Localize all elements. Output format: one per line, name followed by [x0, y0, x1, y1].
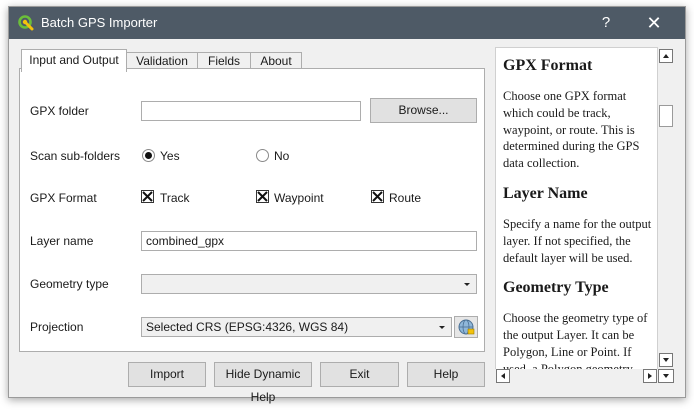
triangle-left-icon	[501, 373, 505, 379]
help-horizontal-scrollbar[interactable]	[495, 369, 658, 383]
gpx-format-label: GPX Format	[30, 191, 97, 205]
triangle-up-icon	[663, 54, 669, 58]
help-vertical-scrollbar[interactable]	[658, 47, 674, 369]
exit-button[interactable]: Exit	[320, 362, 399, 387]
chevron-down-icon	[439, 326, 445, 329]
gpx-folder-label: GPX folder	[30, 104, 89, 118]
track-label: Track	[160, 191, 190, 205]
close-button[interactable]: ✕	[639, 11, 669, 35]
scroll-up-button[interactable]	[659, 49, 673, 63]
route-checkbox[interactable]	[371, 190, 384, 203]
triangle-right-icon	[648, 373, 652, 379]
scan-no-radio[interactable]	[256, 149, 269, 162]
tab-input-and-output[interactable]: Input and Output	[21, 49, 127, 72]
dynamic-help-panel: GPX Format Choose one GPX format which c…	[495, 47, 658, 381]
gpx-folder-input[interactable]	[141, 101, 361, 121]
scroll-down-button[interactable]	[659, 353, 673, 367]
import-button[interactable]: Import	[128, 362, 206, 387]
scan-yes-label: Yes	[160, 149, 180, 163]
scan-yes-radio[interactable]	[142, 149, 155, 162]
scroll-thumb[interactable]	[659, 105, 673, 127]
crs-selector-button[interactable]	[454, 316, 478, 338]
track-checkbox[interactable]	[141, 190, 154, 203]
dialog-window: Batch GPS Importer ? ✕ Input and Output …	[8, 6, 686, 404]
scan-no-label: No	[274, 149, 290, 163]
qgis-logo-icon	[18, 15, 34, 31]
route-label: Route	[389, 191, 422, 205]
scroll-down-corner-button[interactable]	[658, 369, 674, 383]
chevron-down-icon	[464, 283, 470, 286]
triangle-down-icon	[663, 358, 669, 362]
help-content: GPX Format Choose one GPX format which c…	[503, 50, 653, 380]
geometry-type-label: Geometry type	[30, 277, 109, 291]
help-text-layer-name: Specify a name for the output layer. If …	[503, 216, 652, 265]
scroll-left-button[interactable]	[496, 369, 510, 383]
context-help-button[interactable]: ?	[591, 11, 621, 35]
radio-selected-dot	[145, 152, 152, 159]
globe-icon	[458, 319, 475, 335]
projection-label: Projection	[30, 320, 84, 334]
checkmark-x-icon	[142, 191, 153, 202]
checkmark-x-icon	[257, 191, 268, 202]
layer-name-input[interactable]: combined_gpx	[141, 231, 477, 251]
checkmark-x-icon	[372, 191, 383, 202]
help-text-gpx-format: Choose one GPX format which could be tra…	[503, 89, 640, 171]
help-heading-layer-name: Layer Name	[503, 184, 588, 202]
input-output-panel: GPX folder Browse... Scan sub-folders Ye…	[19, 68, 485, 352]
help-heading-geometry-type: Geometry Type	[503, 279, 609, 297]
scroll-right-button[interactable]	[643, 369, 657, 383]
waypoint-label: Waypoint	[274, 191, 324, 205]
geometry-type-select[interactable]	[141, 274, 477, 294]
hide-dynamic-help-button[interactable]: Hide Dynamic Help	[214, 362, 312, 404]
projection-select[interactable]: Selected CRS (EPSG:4326, WGS 84)	[141, 317, 452, 337]
projection-value: Selected CRS (EPSG:4326, WGS 84)	[146, 320, 349, 334]
scan-subfolders-label: Scan sub-folders	[30, 149, 121, 163]
help-heading-gpx-format: GPX Format	[503, 57, 593, 74]
waypoint-checkbox[interactable]	[256, 190, 269, 203]
title-bar[interactable]: Batch GPS Importer ? ✕	[9, 7, 685, 39]
window-title: Batch GPS Importer	[41, 15, 158, 30]
browse-button[interactable]: Browse...	[370, 98, 477, 123]
layer-name-label: Layer name	[30, 234, 94, 248]
triangle-down-icon	[663, 374, 669, 378]
help-button[interactable]: Help	[407, 362, 485, 387]
